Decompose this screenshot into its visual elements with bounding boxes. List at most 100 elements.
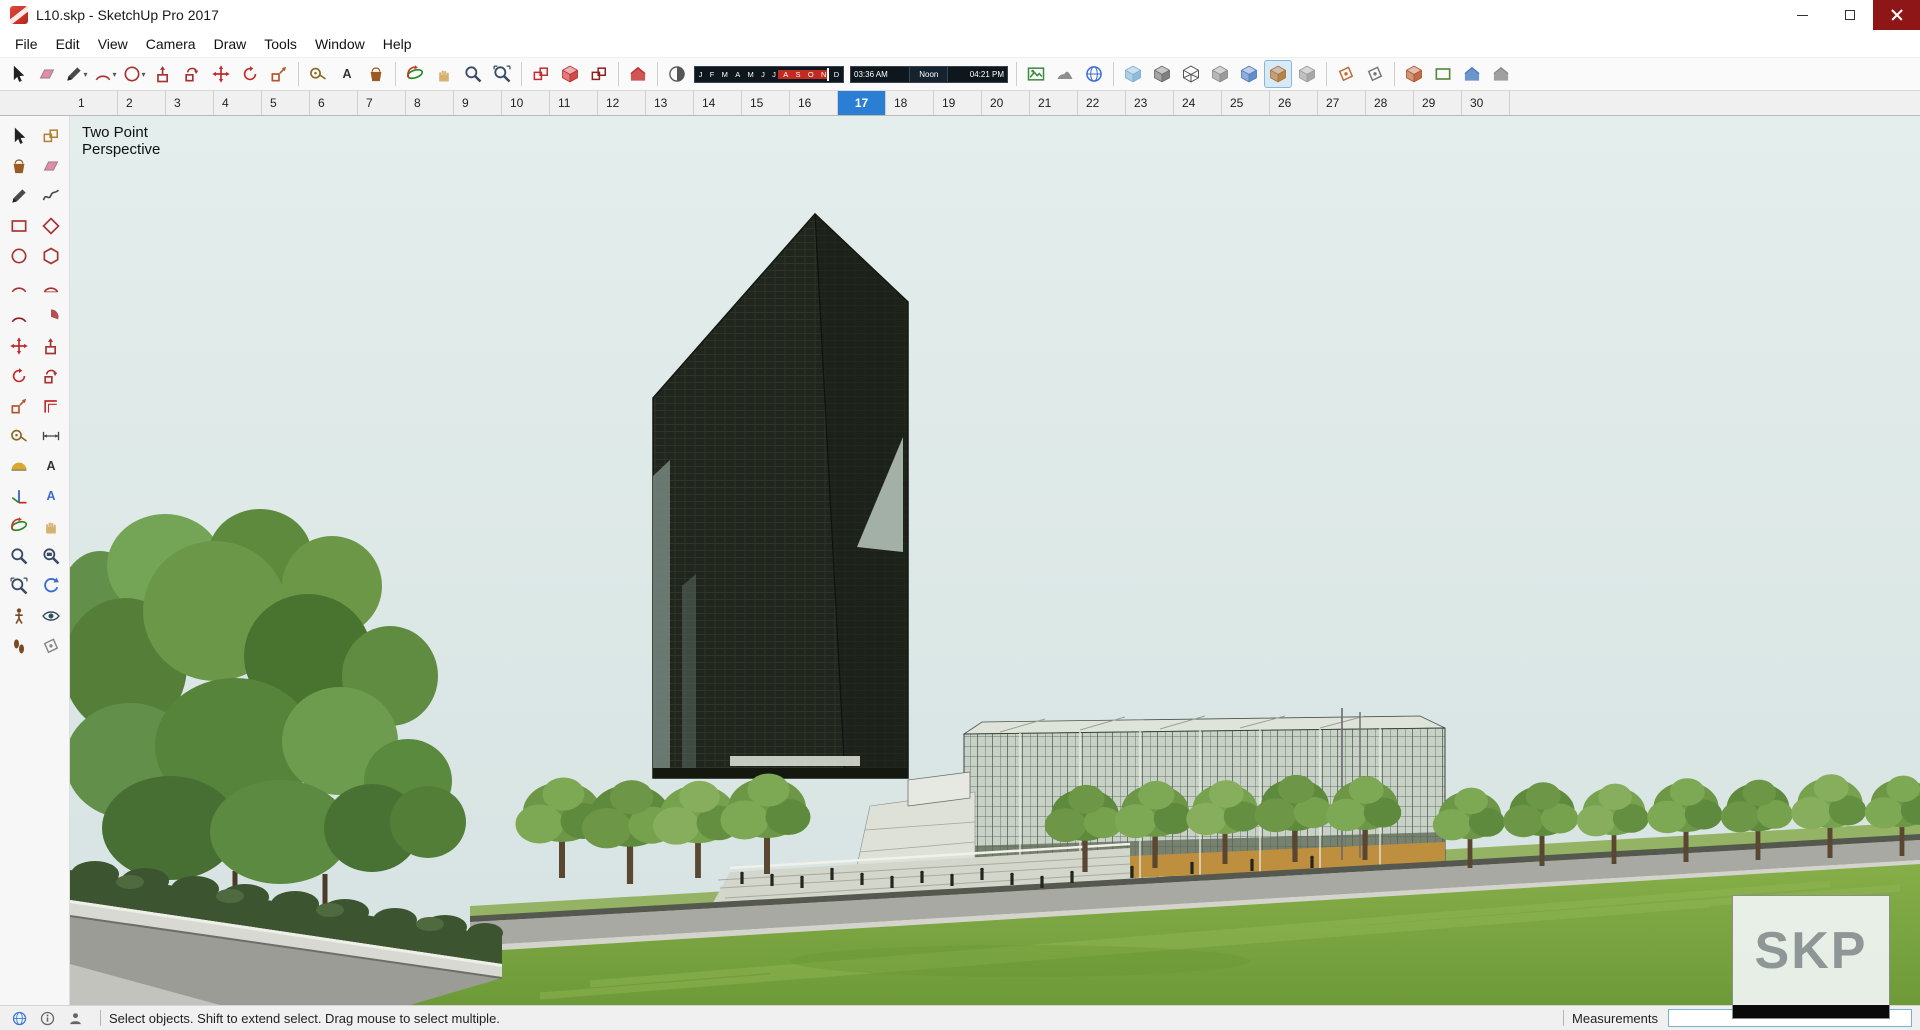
scene-tab-25[interactable]: 25 — [1222, 91, 1270, 115]
pan-tool[interactable] — [36, 512, 66, 540]
scale-tool[interactable] — [4, 392, 34, 420]
line-tool[interactable]: ▾ — [62, 60, 90, 88]
two-point-arc-tool[interactable] — [36, 272, 66, 300]
view-top-button[interactable] — [1429, 60, 1457, 88]
dropdown-arrow-icon[interactable]: ▾ — [141, 70, 145, 79]
style-monochrome-button[interactable] — [1293, 60, 1321, 88]
paint-bucket-tool[interactable] — [362, 60, 390, 88]
position-camera-tool[interactable] — [4, 602, 34, 630]
freehand-tool[interactable] — [36, 182, 66, 210]
scene-tab-15[interactable]: 15 — [742, 91, 790, 115]
style-xray-button[interactable] — [1119, 60, 1147, 88]
menu-file[interactable]: File — [6, 32, 47, 56]
scene-tab-8[interactable]: 8 — [406, 91, 454, 115]
scene-tab-17[interactable]: 17 — [838, 91, 886, 115]
toggle-terrain-button[interactable] — [1051, 60, 1079, 88]
scene-tab-9[interactable]: 9 — [454, 91, 502, 115]
scene-tab-13[interactable]: 13 — [646, 91, 694, 115]
menu-view[interactable]: View — [89, 32, 137, 56]
style-shaded-button[interactable] — [1235, 60, 1263, 88]
zoom-window-tool[interactable] — [36, 542, 66, 570]
scene-tab-19[interactable]: 19 — [934, 91, 982, 115]
menu-window[interactable]: Window — [306, 32, 374, 56]
zoom-tool[interactable] — [459, 60, 487, 88]
follow-me-tool[interactable] — [36, 362, 66, 390]
3d-text-tool[interactable] — [36, 482, 66, 510]
scene-tab-24[interactable]: 24 — [1174, 91, 1222, 115]
polygon-tool[interactable] — [36, 242, 66, 270]
walk-tool[interactable] — [4, 632, 34, 660]
scene-tab-28[interactable]: 28 — [1366, 91, 1414, 115]
dc-interact-tool[interactable] — [527, 60, 555, 88]
maximize-button[interactable] — [1826, 0, 1873, 30]
scene-tab-7[interactable]: 7 — [358, 91, 406, 115]
zoom-extents-tool[interactable] — [488, 60, 516, 88]
look-around-tool[interactable] — [36, 602, 66, 630]
warehouse-button[interactable] — [624, 60, 652, 88]
style-back-edges-button[interactable] — [1148, 60, 1176, 88]
scene-tab-23[interactable]: 23 — [1126, 91, 1174, 115]
scene-tab-22[interactable]: 22 — [1078, 91, 1126, 115]
scene-tab-16[interactable]: 16 — [790, 91, 838, 115]
tape-measure-tool[interactable] — [304, 60, 332, 88]
scene-tab-18[interactable]: 18 — [886, 91, 934, 115]
sign-in-button[interactable] — [64, 1007, 86, 1029]
date-slider-thumb[interactable] — [826, 67, 829, 81]
viewport[interactable]: Two Point Perspective — [70, 116, 1920, 1005]
scene-tab-6[interactable]: 6 — [310, 91, 358, 115]
scale-tool[interactable] — [265, 60, 293, 88]
credits-button[interactable] — [36, 1007, 58, 1029]
menu-help[interactable]: Help — [374, 32, 421, 56]
dropdown-arrow-icon[interactable]: ▾ — [83, 70, 87, 79]
shape-tool[interactable]: ▾ — [120, 60, 148, 88]
style-wireframe-button[interactable] — [1177, 60, 1205, 88]
rotate-tool[interactable] — [4, 362, 34, 390]
move-tool[interactable] — [4, 332, 34, 360]
line-tool[interactable] — [4, 182, 34, 210]
view-back-button[interactable] — [1487, 60, 1515, 88]
move-tool[interactable] — [207, 60, 235, 88]
scene-tab-21[interactable]: 21 — [1030, 91, 1078, 115]
scene-tab-27[interactable]: 27 — [1318, 91, 1366, 115]
shadows-toggle-button[interactable] — [663, 60, 691, 88]
rotate-tool[interactable] — [236, 60, 264, 88]
orbit-tool[interactable] — [4, 512, 34, 540]
section-plane-tool[interactable] — [36, 632, 66, 660]
view-iso-button[interactable] — [1400, 60, 1428, 88]
arc-tool[interactable] — [4, 272, 34, 300]
scene-tab-12[interactable]: 12 — [598, 91, 646, 115]
scene-tab-5[interactable]: 5 — [262, 91, 310, 115]
zoom-extents-tool[interactable] — [4, 572, 34, 600]
three-point-arc-tool[interactable] — [4, 302, 34, 330]
scene-tab-20[interactable]: 20 — [982, 91, 1030, 115]
rotated-rectangle-tool[interactable] — [36, 212, 66, 240]
scene-tab-11[interactable]: 11 — [550, 91, 598, 115]
scene-tab-4[interactable]: 4 — [214, 91, 262, 115]
add-location-button[interactable] — [1022, 60, 1050, 88]
previous-view-tool[interactable] — [36, 572, 66, 600]
dropdown-arrow-icon[interactable]: ▾ — [112, 70, 116, 79]
dc-attributes-tool[interactable] — [585, 60, 613, 88]
menu-camera[interactable]: Camera — [137, 32, 205, 56]
push-pull-tool[interactable] — [149, 60, 177, 88]
follow-me-tool[interactable] — [178, 60, 206, 88]
view-front-button[interactable] — [1458, 60, 1486, 88]
orbit-tool[interactable] — [401, 60, 429, 88]
scene-tab-14[interactable]: 14 — [694, 91, 742, 115]
section-plane-button[interactable] — [1332, 60, 1360, 88]
shadow-date-slider[interactable]: JFMAMJJASOND — [694, 65, 844, 83]
section-cuts-button[interactable] — [1361, 60, 1389, 88]
photo-textures-button[interactable] — [1080, 60, 1108, 88]
close-button[interactable] — [1873, 0, 1920, 30]
tape-measure-tool[interactable] — [4, 422, 34, 450]
scene-tab-30[interactable]: 30 — [1462, 91, 1510, 115]
style-shaded-textures-button[interactable] — [1264, 60, 1292, 88]
arc-tool[interactable]: ▾ — [91, 60, 119, 88]
circle-tool[interactable] — [4, 242, 34, 270]
text-tool[interactable] — [333, 60, 361, 88]
push-pull-tool[interactable] — [36, 332, 66, 360]
dc-options-tool[interactable] — [556, 60, 584, 88]
minimize-button[interactable] — [1779, 0, 1826, 30]
style-hidden-line-button[interactable] — [1206, 60, 1234, 88]
scene-tab-26[interactable]: 26 — [1270, 91, 1318, 115]
